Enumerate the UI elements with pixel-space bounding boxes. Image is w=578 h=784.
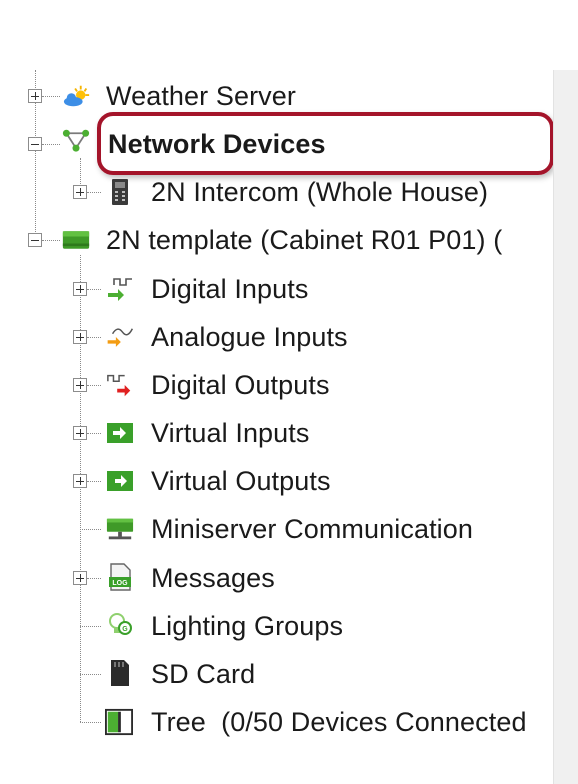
tree-item-label: Messages	[151, 562, 275, 593]
tree-item-label: Virtual Outputs	[151, 465, 331, 496]
tree-connector	[80, 529, 101, 530]
expand-toggle-virtual-inputs[interactable]	[73, 426, 87, 440]
tree-item-virtual-outputs[interactable]: Virtual Outputs	[151, 459, 331, 503]
svg-text:G: G	[122, 626, 128, 633]
analogue-inputs-icon	[106, 323, 134, 351]
virtual-inputs-icon	[106, 419, 134, 447]
miniserver-icon	[62, 226, 90, 254]
virtual-outputs-icon	[106, 467, 134, 495]
expand-toggle-digital-inputs[interactable]	[73, 282, 87, 296]
digital-outputs-icon	[106, 371, 134, 399]
weather-icon	[63, 82, 91, 110]
tree-item-digital-outputs[interactable]: Digital Outputs	[151, 363, 330, 407]
tree-connector	[80, 626, 101, 627]
messages-icon: LOG	[106, 563, 134, 591]
tree-panel: Weather Server Network Devices 2N Interc…	[0, 0, 554, 784]
tree-item-virtual-inputs[interactable]: Virtual Inputs	[151, 411, 310, 455]
expand-toggle-messages[interactable]	[73, 571, 87, 585]
intercom-icon	[106, 178, 134, 206]
tree-connector	[42, 96, 60, 97]
tree-item-label: Weather Server	[106, 80, 296, 111]
svg-text:LOG: LOG	[112, 580, 128, 587]
expand-toggle-virtual-outputs[interactable]	[73, 474, 87, 488]
tree-item-digital-inputs[interactable]: Digital Inputs	[151, 267, 308, 311]
tree-connector	[42, 144, 60, 145]
tree-connector	[42, 240, 60, 241]
tree-item-label: Digital Outputs	[151, 369, 330, 400]
lighting-groups-icon: G	[106, 611, 134, 639]
tree-connector	[87, 337, 101, 338]
network-icon	[62, 128, 90, 156]
tree-item-label: Tree (0/50 Devices Connected	[151, 706, 527, 737]
tree-item-2n-template[interactable]: 2N template (Cabinet R01 P01) (	[106, 218, 502, 262]
communication-icon	[106, 515, 134, 543]
tree-item-label: Analogue Inputs	[151, 321, 348, 352]
tree-item-label: Virtual Inputs	[151, 417, 310, 448]
tree-item-label: Lighting Groups	[151, 610, 344, 641]
tree-item-2n-intercom[interactable]: 2N Intercom (Whole House)	[151, 170, 488, 214]
tree-item-label: Miniserver Communication	[151, 513, 473, 544]
tree-item-lighting-groups[interactable]: Lighting Groups	[151, 604, 343, 648]
expand-toggle-analogue-inputs[interactable]	[73, 330, 87, 344]
highlight-annotation	[97, 112, 554, 175]
tree-connector	[87, 481, 101, 482]
tree-item-analogue-inputs[interactable]: Analogue Inputs	[151, 315, 348, 359]
tree-connector	[87, 433, 101, 434]
tree-connector	[80, 722, 101, 723]
expand-toggle-digital-outputs[interactable]	[73, 378, 87, 392]
tree-item-miniserver-communication[interactable]: Miniserver Communication	[151, 507, 473, 551]
tree-item-sd-card[interactable]: SD Card	[151, 652, 255, 696]
collapse-toggle-network-devices[interactable]	[28, 137, 42, 151]
tree-item-label: Digital Inputs	[151, 273, 309, 304]
expand-toggle-2n-intercom[interactable]	[73, 185, 87, 199]
tree-connector	[80, 674, 101, 675]
tree-item-label: SD Card	[151, 658, 256, 689]
collapse-toggle-2n-template[interactable]	[28, 233, 42, 247]
tree-item-messages[interactable]: Messages	[151, 556, 275, 600]
tree-connector	[87, 385, 101, 386]
tree-item-tree[interactable]: Tree (0/50 Devices Connected	[151, 700, 527, 744]
vertical-scrollbar[interactable]	[553, 70, 578, 784]
expand-toggle-weather-server[interactable]	[28, 89, 42, 103]
sd-card-icon	[106, 659, 134, 687]
tree-connector	[87, 192, 101, 193]
tree-icon	[105, 708, 133, 736]
tree-connector	[87, 289, 101, 290]
tree-connector	[80, 255, 81, 722]
digital-inputs-icon	[106, 275, 134, 303]
tree-item-label: 2N Intercom (Whole House)	[151, 176, 489, 207]
tree-item-label: 2N template (Cabinet R01 P01) (	[106, 224, 503, 255]
tree-connector	[87, 578, 101, 579]
